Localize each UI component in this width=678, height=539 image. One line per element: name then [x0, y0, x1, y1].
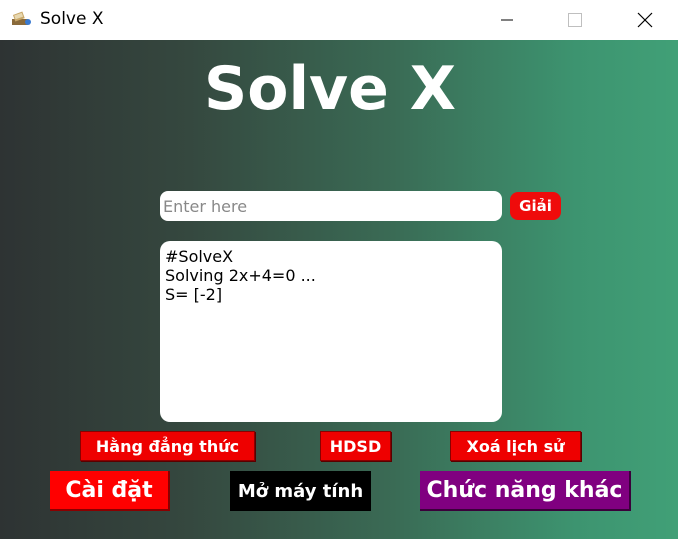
- output-line: S= [-2]: [165, 285, 223, 304]
- maximize-icon: [568, 13, 582, 27]
- identities-button[interactable]: Hằng đẳng thức: [80, 431, 255, 461]
- output-line: #SolveX: [165, 247, 234, 266]
- minimize-icon: [501, 19, 513, 21]
- output-area[interactable]: #SolveX Solving 2x+4=0 ... S= [-2]: [160, 241, 502, 422]
- guide-button[interactable]: HDSD: [320, 431, 391, 461]
- output-line: Solving 2x+4=0 ...: [165, 266, 316, 285]
- maximize-button[interactable]: [552, 0, 598, 40]
- main-panel: Solve X Giải #SolveX Solving 2x+4=0 ... …: [0, 40, 678, 539]
- close-button[interactable]: [622, 0, 668, 40]
- solve-button[interactable]: Giải: [510, 192, 561, 220]
- open-calculator-button[interactable]: Mở máy tính: [230, 471, 371, 511]
- window-title: Solve X: [40, 9, 104, 29]
- title-bar: Solve X: [0, 0, 678, 40]
- other-functions-button[interactable]: Chức năng khác: [420, 471, 631, 511]
- equation-input[interactable]: [160, 191, 502, 221]
- close-icon: [637, 12, 653, 28]
- settings-button[interactable]: Cài đặt: [50, 471, 170, 511]
- page-title: Solve X: [204, 54, 456, 124]
- app-icon: [11, 9, 33, 29]
- clear-history-button[interactable]: Xoá lịch sử: [450, 431, 581, 461]
- minimize-button[interactable]: [484, 0, 530, 40]
